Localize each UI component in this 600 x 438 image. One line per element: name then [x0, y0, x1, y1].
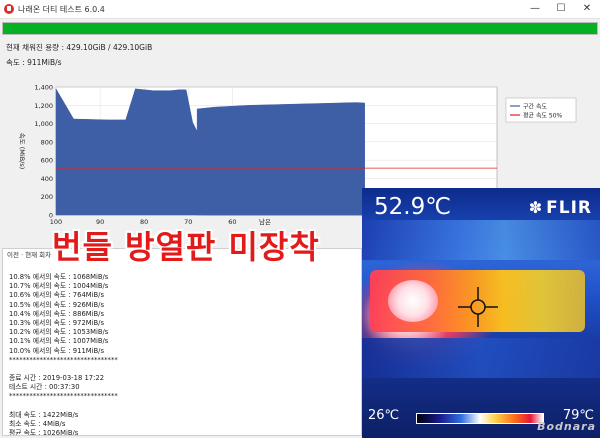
y-tick-label: 1,200: [34, 102, 53, 110]
log-line: 테스트 시간 : 00:37:30: [9, 383, 80, 392]
maximize-button[interactable]: ☐: [548, 0, 574, 18]
log-line: 10.0% 에서의 속도 : 911MiB/s: [9, 346, 105, 355]
thermal-max-temp: 52.9℃: [374, 194, 452, 220]
flir-mark-icon: ✽: [528, 198, 544, 217]
log-line: 종료 시간 : 2019-03-18 17:22: [9, 374, 105, 383]
y-tick-label: 400: [41, 175, 53, 183]
thermal-lower-region: [362, 338, 600, 378]
y-tick-label: 1,000: [34, 120, 53, 128]
y-axis-label: 속도 (MiB/s): [18, 133, 26, 170]
close-button[interactable]: ✕: [574, 0, 600, 18]
log-line: 10.2% 에서의 속도 : 1053MiB/s: [9, 328, 109, 337]
log-lines: 10.8% 에서의 속도 : 1068MiB/s 10.7% 에서의 속도 : 1…: [9, 273, 309, 436]
thermal-hotspot: [388, 280, 438, 322]
window-title: 나래온 더티 테스트 6.0.4: [18, 5, 105, 14]
log-line: 10.7% 에서의 속도 : 1004MiB/s: [9, 282, 109, 291]
progress-fill: [3, 23, 597, 34]
y-tick-label: 200: [41, 193, 53, 201]
progress-bar: [2, 22, 598, 35]
log-line: 평균 속도 : 1026MiB/s: [9, 429, 79, 436]
log-line: 10.8% 에서의 속도 : 1068MiB/s: [9, 273, 109, 281]
app-logo-icon: [4, 4, 14, 14]
thermal-upper-region: [362, 220, 600, 260]
y-tick-label: 800: [41, 138, 53, 146]
speed-label: 속도 : 911MiB/s: [6, 58, 62, 67]
title-bar: 나래온 더티 테스트 6.0.4 — ☐ ✕: [0, 0, 600, 19]
thermal-color-scale: [416, 413, 544, 424]
legend-label: 구간 속도: [523, 102, 547, 110]
overlay-caption: 번들 방열판 미장착: [52, 228, 320, 266]
log-line: 10.1% 에서의 속도 : 1007MiB/s: [9, 337, 109, 346]
log-line: 최소 속도 : 4MiB/s: [9, 420, 66, 428]
speed-series-area: [196, 102, 365, 216]
crosshair-icon: [458, 287, 498, 327]
log-line: ********************************: [9, 392, 118, 401]
y-tick-label: 600: [41, 157, 53, 165]
y-tick-label: 1,400: [34, 84, 53, 92]
log-line: 10.3% 에서의 속도 : 972MiB/s: [9, 318, 105, 327]
flir-brand: FLIR: [546, 198, 592, 218]
log-line: 최대 속도 : 1422MiB/s: [9, 410, 79, 419]
log-tab[interactable]: 이전 · 현재 회차: [3, 249, 51, 261]
flir-logo: ✽ FLIR: [529, 198, 592, 218]
log-line: 10.5% 에서의 속도 : 926MiB/s: [9, 300, 105, 309]
log-line: 10.4% 에서의 속도 : 886MiB/s: [9, 309, 105, 318]
capacity-label: 현재 채워진 용량 : 429.10GiB / 429.10GiB: [6, 43, 153, 52]
log-line: 10.6% 에서의 속도 : 764MiB/s: [9, 291, 105, 300]
watermark: Bodnara: [537, 420, 596, 433]
minimize-button[interactable]: —: [522, 0, 548, 18]
log-line: ********************************: [9, 355, 118, 364]
thermal-scale-min: 26℃: [368, 408, 400, 423]
thermal-image: 52.9℃ ✽ FLIR 26℃ 79℃: [362, 188, 600, 438]
log-panel: 이전 · 현재 회차 10.8% 에서의 속도 : 1068MiB/s 10.7%…: [2, 248, 362, 436]
legend-label: 평균 속도 50%: [523, 111, 563, 119]
